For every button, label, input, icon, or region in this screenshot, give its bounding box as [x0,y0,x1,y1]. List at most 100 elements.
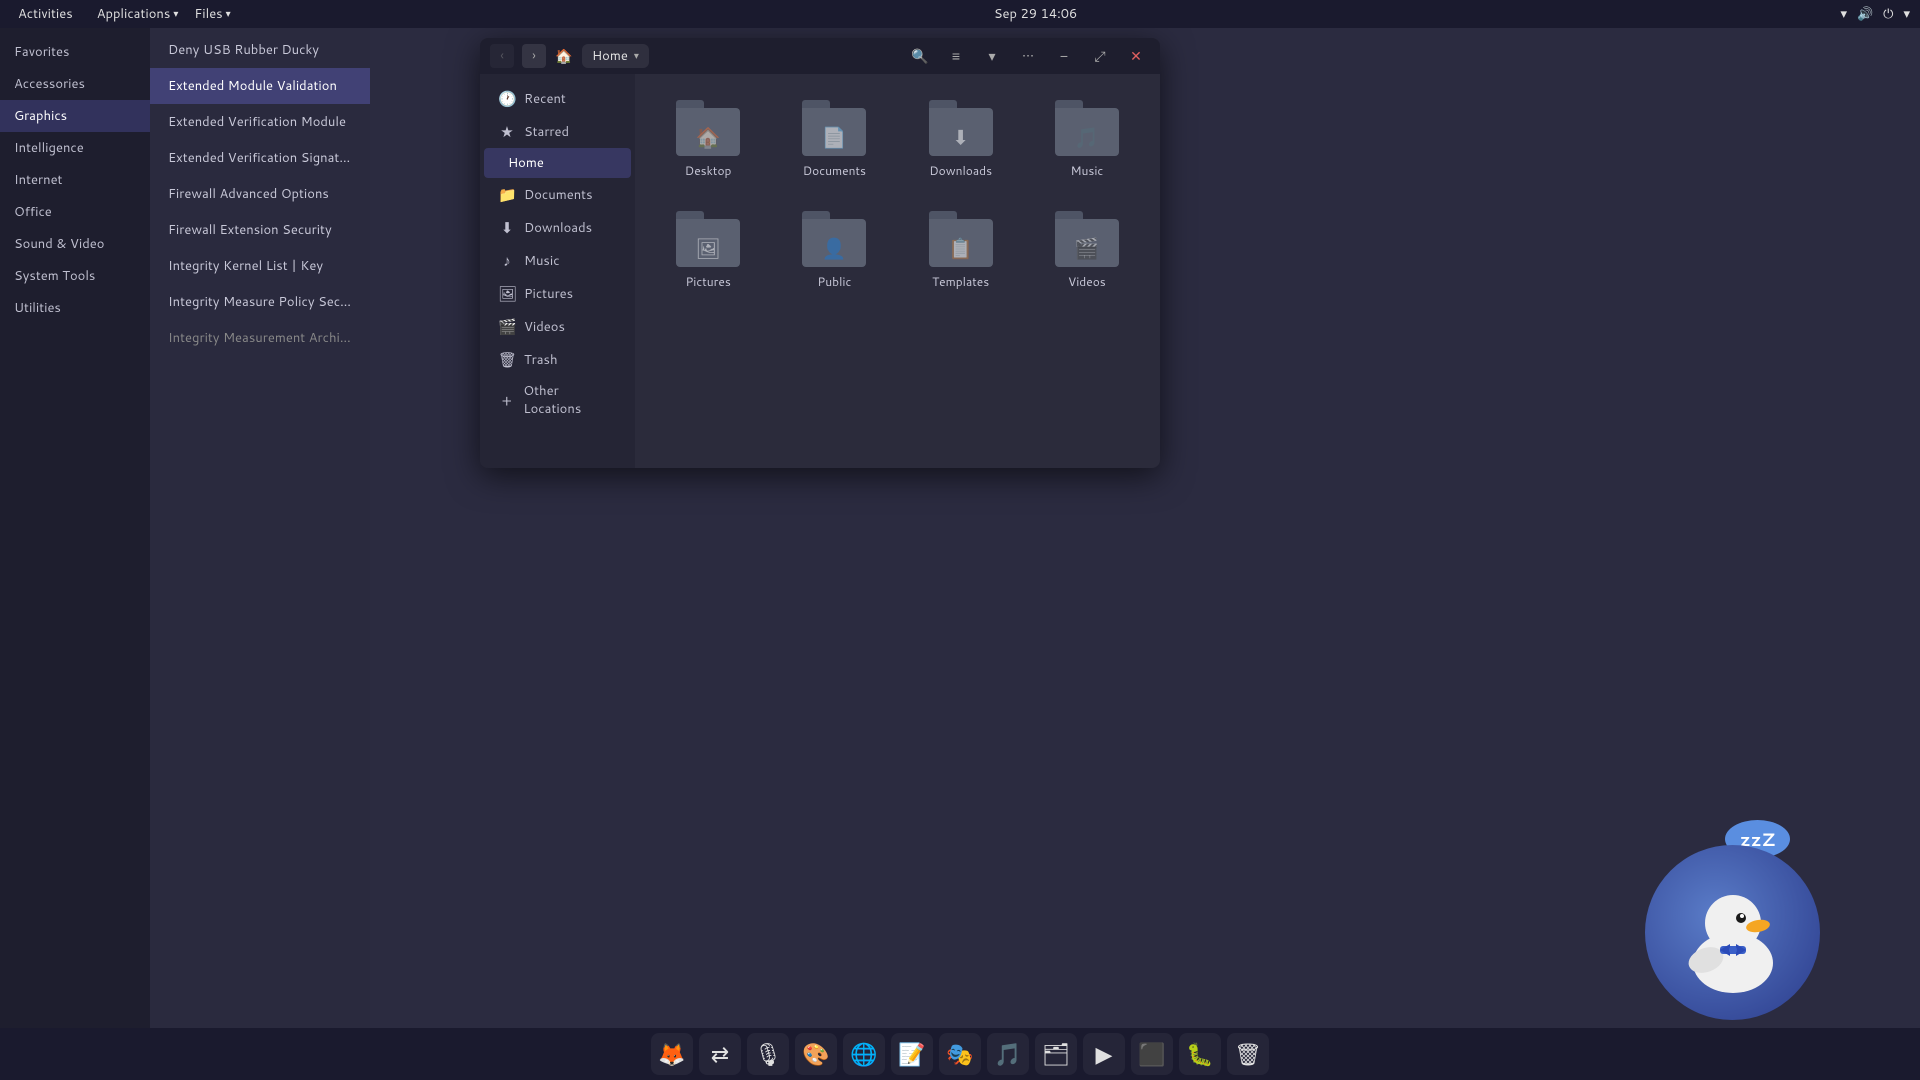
fm-forward-button[interactable]: › [522,44,546,68]
folder-symbol: ⬇ [952,124,969,152]
category-item-accessories[interactable]: Accessories [0,68,150,100]
starred-icon: ★ [498,121,516,142]
folder-body: 🖼 [676,219,740,267]
paint-icon[interactable]: 🎨 [795,1033,837,1075]
trash-sidebar-icon: 🗑 [498,349,516,370]
fm-folder-pictures[interactable]: 🖼 Pictures [651,201,765,300]
fm-sidebar-music-label: Music [524,252,560,270]
app-item[interactable]: Extended Verification Module [150,104,370,140]
topbar-right: ▾ 🔊 ⏻ ▾ [1840,5,1910,23]
trash-icon[interactable]: 🗑 [1227,1033,1269,1075]
notes-icon[interactable]: 📝 [891,1033,933,1075]
category-item-utilities[interactable]: Utilities [0,292,150,324]
folder-icon: 🖼 [676,211,740,267]
category-item-system_tools[interactable]: System Tools [0,260,150,292]
fm-restore-button[interactable]: ⤢ [1086,42,1114,70]
fm-sidebar-documents-label: Documents [524,186,593,204]
category-item-sound_video[interactable]: Sound & Video [0,228,150,260]
folder-tab [802,211,830,219]
app-item[interactable]: Deny USB Rubber Ducky [150,32,370,68]
fm-close-button[interactable]: ✕ [1122,42,1150,70]
fm-sidebar-music[interactable]: ♪ Music [484,244,631,277]
fm-back-button[interactable]: ‹ [490,44,514,68]
fm-sidebar-recent[interactable]: 🕐 Recent [484,82,631,115]
fm-body: 🕐 Recent ★ Starred Home 📁 Documents ⬇ Do… [480,74,1160,468]
files-icon[interactable]: 🗂 [1035,1033,1077,1075]
duck-container: zzZ [1640,820,1820,1020]
fm-sidebar-downloads[interactable]: ⬇ Downloads [484,211,631,244]
fm-sidebar-pictures[interactable]: 🖼 Pictures [484,277,631,310]
category-item-office[interactable]: Office [0,196,150,228]
folder-symbol: 🎵 [1074,124,1099,152]
music-icon[interactable]: 🎵 [987,1033,1029,1075]
fm-sidebar-documents[interactable]: 📁 Documents [484,178,631,211]
fm-minimize-button[interactable]: − [1050,42,1078,70]
fm-folder-music[interactable]: 🎵 Music [1030,90,1144,189]
category-item-favorites[interactable]: Favorites [0,36,150,68]
folder-icon: ⬇ [929,100,993,156]
fm-folder-desktop[interactable]: 🏠 Desktop [651,90,765,189]
app-item[interactable]: Integrity Measurement Architecture [150,320,370,356]
app-item[interactable]: Firewall Extension Security [150,212,370,248]
app-item[interactable]: Firewall Advanced Options [150,176,370,212]
activities-button[interactable]: Activities [10,3,81,25]
category-list: FavoritesAccessoriesGraphicsIntelligence… [0,28,150,1028]
fm-sidebar-starred[interactable]: ★ Starred [484,115,631,148]
bug-icon[interactable]: 🐛 [1179,1033,1221,1075]
switch-icon[interactable]: ⇄ [699,1033,741,1075]
fm-folder-downloads[interactable]: ⬇ Downloads [904,90,1018,189]
firefox-icon[interactable]: 🦊 [651,1033,693,1075]
folder-name: Public [817,273,851,290]
fm-more-button[interactable]: ··· [1014,42,1042,70]
topbar-datetime: Sep 29 14:06 [231,5,1841,23]
podcast-icon[interactable]: 🎙 [747,1033,789,1075]
terminal-icon[interactable]: ⬛ [1131,1033,1173,1075]
fm-view-toggle-button[interactable]: ▾ [978,42,1006,70]
files-menu[interactable]: Files ▾ [194,5,230,23]
fm-sidebar-other-locations[interactable]: + Other Locations [484,376,631,424]
app-item[interactable]: Extended Verification Signature [150,140,370,176]
folder-tab [1055,100,1083,108]
mask-icon[interactable]: 🎭 [939,1033,981,1075]
app-item[interactable]: Integrity Measure Policy Security [150,284,370,320]
settings-arrow: ▾ [1903,5,1910,23]
fm-location-bar[interactable]: Home ▾ [582,44,649,68]
applications-menu[interactable]: Applications ▾ [97,5,179,23]
network-icon: ▾ [1840,5,1847,23]
folder-name: Documents [803,162,866,179]
fm-view-list-button[interactable]: ≡ [942,42,970,70]
fm-folder-documents[interactable]: 📄 Documents [777,90,891,189]
folder-symbol: 👤 [822,235,847,263]
topbar: Activities Applications ▾ Files ▾ Sep 29… [0,0,1920,28]
folder-icon: 🎬 [1055,211,1119,267]
browser-icon[interactable]: 🌐 [843,1033,885,1075]
power-icon: ⏻ [1883,5,1893,23]
category-item-intelligence[interactable]: Intelligence [0,132,150,164]
folder-symbol: 🎬 [1074,235,1099,263]
category-item-internet[interactable]: Internet [0,164,150,196]
topbar-left: Activities Applications ▾ Files ▾ [10,3,231,25]
fm-search-button[interactable]: 🔍 [906,42,934,70]
folder-body: 🎵 [1055,108,1119,156]
sound-icon: 🔊 [1857,5,1873,23]
folder-name: Pictures [685,273,730,290]
fm-sidebar-videos[interactable]: 🎬 Videos [484,310,631,343]
fm-sidebar-other-locations-label: Other Locations [523,382,617,418]
fm-sidebar-downloads-label: Downloads [524,219,592,237]
taskbar: 🦊⇄🎙🎨🌐📝🎭🎵🗂▶⬛🐛🗑 [0,1028,1920,1080]
fm-sidebar-trash[interactable]: 🗑 Trash [484,343,631,376]
fm-location-text: Home [592,47,628,65]
store-icon[interactable]: ▶ [1083,1033,1125,1075]
fm-folder-videos[interactable]: 🎬 Videos [1030,201,1144,300]
fm-folder-templates[interactable]: 📋 Templates [904,201,1018,300]
fm-folder-public[interactable]: 👤 Public [777,201,891,300]
app-item[interactable]: Integrity Kernel List | Key [150,248,370,284]
folder-symbol: 📄 [822,124,847,152]
pictures-sidebar-icon: 🖼 [498,283,516,304]
category-item-graphics[interactable]: Graphics [0,100,150,132]
fm-sidebar-home[interactable]: Home [484,148,631,178]
folder-tab [929,211,957,219]
fm-sidebar-videos-label: Videos [524,318,565,336]
duck-mascot [1645,845,1820,1020]
app-item[interactable]: Extended Module Validation [150,68,370,104]
